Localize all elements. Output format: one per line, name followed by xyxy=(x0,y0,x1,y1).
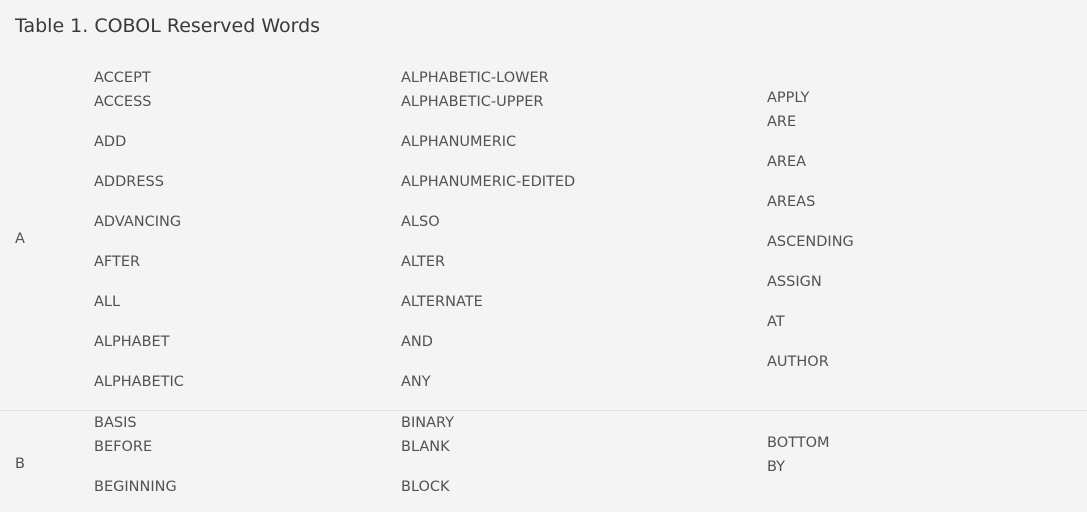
reserved-word: ASCENDING xyxy=(767,234,854,250)
reserved-word: ACCEPT xyxy=(94,70,151,86)
reserved-word: ALPHABET xyxy=(94,334,170,350)
reserved-word: ALTER xyxy=(401,254,446,270)
reserved-word: ALPHABETIC xyxy=(94,374,184,390)
reserved-word: AREA xyxy=(767,154,807,170)
reserved-word: AT xyxy=(767,314,785,330)
reserved-word: ALPHABETIC-LOWER xyxy=(401,70,549,86)
reserved-word: ACCESS xyxy=(94,94,152,110)
reserved-word: ALPHABETIC-UPPER xyxy=(401,94,544,110)
reserved-word: ANY xyxy=(401,374,431,390)
reserved-word: AUTHOR xyxy=(767,354,829,370)
reserved-word: AFTER xyxy=(94,254,141,270)
reserved-word: BINARY xyxy=(401,415,454,431)
reserved-word: BEGINNING xyxy=(94,479,177,495)
reserved-word: ARE xyxy=(767,114,797,130)
row-divider xyxy=(0,410,1087,411)
row-letter: A xyxy=(15,231,25,247)
reserved-word: ALPHANUMERIC-EDITED xyxy=(401,174,576,190)
reserved-word: ASSIGN xyxy=(767,274,822,290)
reserved-word: BEFORE xyxy=(94,439,153,455)
reserved-word: BLANK xyxy=(401,439,450,455)
table-caption: Table 1. COBOL Reserved Words xyxy=(15,15,321,37)
reserved-word: ADDRESS xyxy=(94,174,164,190)
reserved-word: ADVANCING xyxy=(94,214,182,230)
reserved-word: AND xyxy=(401,334,433,350)
reserved-word: ALTERNATE xyxy=(401,294,483,310)
reserved-word: BASIS xyxy=(94,415,137,431)
row-letter: B xyxy=(15,456,25,472)
reserved-word: ALPHANUMERIC xyxy=(401,134,517,150)
reserved-word: ALSO xyxy=(401,214,440,230)
reserved-word: BLOCK xyxy=(401,479,450,495)
reserved-word: BY xyxy=(767,459,786,475)
reserved-word: AREAS xyxy=(767,194,816,210)
reserved-word: ADD xyxy=(94,134,127,150)
reserved-word: BOTTOM xyxy=(767,435,830,451)
reserved-word: APPLY xyxy=(767,90,810,106)
reserved-word: ALL xyxy=(94,294,121,310)
